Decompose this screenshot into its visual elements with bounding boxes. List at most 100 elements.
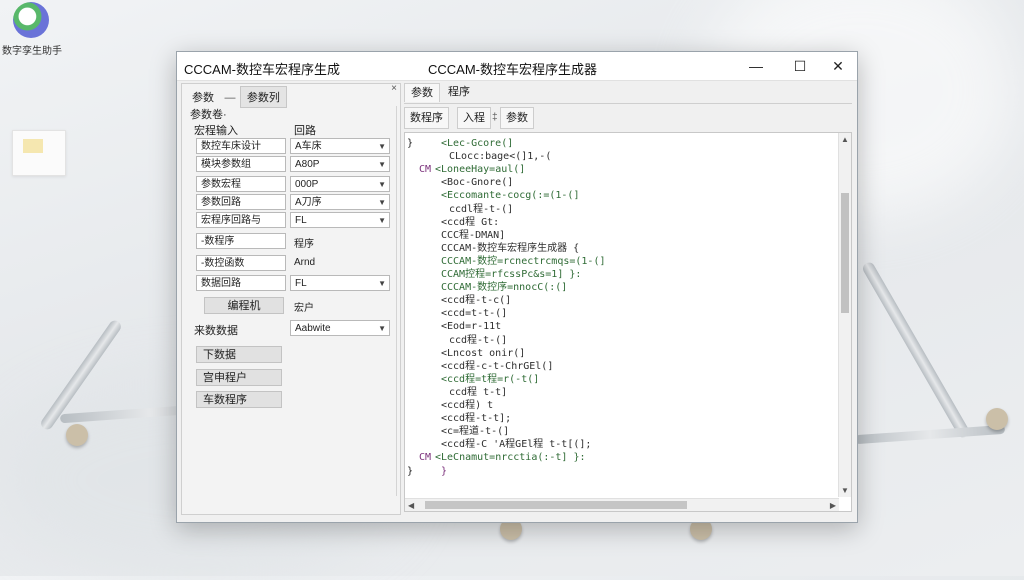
chevron-down-icon: ▼ <box>378 180 386 189</box>
chevron-down-icon: ▼ <box>378 279 386 288</box>
app-logo-icon <box>13 2 49 38</box>
select-value: A车床 <box>295 141 322 152</box>
code-line: ccdl程-t-(] <box>449 203 514 215</box>
stand-leg <box>854 424 1006 445</box>
select-value: FL <box>295 215 307 226</box>
chevron-down-icon: ▼ <box>378 198 386 207</box>
select-value: Aabwite <box>295 323 331 334</box>
code-gutter-mark: CM <box>419 452 432 464</box>
minimize-button[interactable]: — <box>737 52 775 80</box>
import-program-button[interactable]: 入程 <box>457 107 491 129</box>
panel-splitter[interactable] <box>396 106 397 496</box>
scroll-left-icon[interactable]: ◀ <box>408 501 414 510</box>
param-value: 程序 <box>294 239 314 250</box>
code-line: CCCAM-数控车宏程序生成器 { <box>441 242 580 254</box>
window-title: CCCAM-数控车宏程序生成 <box>184 62 340 77</box>
select-value: A80P <box>295 159 320 170</box>
download-data-button[interactable]: 下数据 <box>196 346 282 363</box>
code-line: <LeCnamut=nrcctia(:-t] }: <box>435 452 586 464</box>
code-line: <ccd程) t <box>441 400 494 411</box>
param-value: Arnd <box>294 257 316 268</box>
toolbar-separator: ‡ <box>492 112 498 123</box>
generate-button[interactable]: 编程机 <box>204 297 284 314</box>
param-value-select[interactable]: FL ▼ <box>290 275 390 291</box>
apply-program-button[interactable]: 宫申程户 <box>196 369 282 386</box>
param-value-select[interactable]: 000P ▼ <box>290 176 390 192</box>
param-name-field[interactable]: 数据回路 <box>196 275 286 291</box>
param-name-field[interactable]: 参数宏程 <box>196 176 286 192</box>
code-line: <ccd=t-t-(] <box>441 308 508 320</box>
title-bar[interactable]: CCCAM-数控车宏程序生成 CCCAM-数控车宏程序生成器 — ☐ ✕ <box>177 52 857 81</box>
param-name-field[interactable]: -数程序 <box>196 233 286 249</box>
code-tabs: 参数 程序 <box>404 81 852 104</box>
panel-close-icon[interactable]: × <box>391 83 397 94</box>
tab-separator: — <box>224 92 236 104</box>
code-line: CLocc:bage<(]1,-( <box>449 151 552 163</box>
param-value-select[interactable]: A车床 ▼ <box>290 138 390 154</box>
code-line: <Lncost onir(] <box>441 347 526 359</box>
code-line: CCCAM-数控=rcnectrcmqs=(1-(] <box>441 255 606 267</box>
horizontal-scrollbar[interactable]: ◀ ▶ <box>405 498 839 511</box>
vertical-scrollbar[interactable]: ▲ ▼ <box>838 133 851 497</box>
code-line: } <box>441 465 448 477</box>
parameter-panel: × 参数 — 参数列 参数卷· 宏程输入 回路 数控车床设计 A车床 ▼ 模块参数… <box>181 83 401 515</box>
close-button[interactable]: ✕ <box>819 52 857 80</box>
code-program-button[interactable]: 数程序 <box>404 107 449 129</box>
code-line: <Lec-Gcore(] <box>441 138 514 149</box>
code-line: ccd程 t-t] <box>449 386 508 398</box>
chevron-down-icon: ▼ <box>378 324 386 333</box>
select-value: 000P <box>295 179 319 190</box>
code-line: <ccd程=t程=r(-t(] <box>441 373 540 385</box>
param-name-field[interactable]: 参数回路 <box>196 194 286 210</box>
header-loop: 回路 <box>294 125 316 137</box>
param-name-field[interactable]: 宏程序回路与 <box>196 212 286 228</box>
param-value-select[interactable]: A刀序 ▼ <box>290 194 390 210</box>
param-name-field[interactable]: 数控车床设计 <box>196 138 286 154</box>
vertical-scroll-thumb[interactable] <box>841 193 849 313</box>
maximize-button[interactable]: ☐ <box>781 52 819 80</box>
car-program-button[interactable]: 车数程序 <box>196 391 282 408</box>
scroll-down-icon[interactable]: ▼ <box>841 486 849 495</box>
code-line: <ccd程 Gt: <box>441 216 500 228</box>
code-editor[interactable]: } <Lec-Gcore(] CLocc:bage<(]1,-(CM <LoneeHa… <box>404 132 852 512</box>
tab-params[interactable]: 参数 <box>186 87 220 107</box>
stand-foot <box>986 408 1008 430</box>
code-line: <ccd程-t-t]; <box>441 413 512 425</box>
select-value: FL <box>295 278 307 289</box>
horizontal-scroll-thumb[interactable] <box>425 501 687 509</box>
desktop-file-icon[interactable] <box>12 130 66 176</box>
app-window: CCCAM-数控车宏程序生成 CCCAM-数控车宏程序生成器 — ☐ ✕ × 参… <box>176 51 858 523</box>
tab-params-right[interactable]: 参数 <box>404 83 440 102</box>
param-value-select[interactable]: FL ▼ <box>290 212 390 228</box>
tab-program[interactable]: 程序 <box>442 83 476 101</box>
param-toolbar-button[interactable]: 参数 <box>500 107 534 129</box>
select-value: A刀序 <box>295 197 322 208</box>
group-label: 参数卷· <box>190 109 227 121</box>
window-title-center: CCCAM-数控车宏程序生成器 <box>428 62 597 77</box>
footer-select[interactable]: Aabwite ▼ <box>290 320 390 336</box>
tab-param-list[interactable]: 参数列 <box>239 86 287 108</box>
code-line: <Eod=r-11t <box>441 321 502 333</box>
panel-tabs: 参数 — 参数列 <box>186 86 287 108</box>
header-input: 宏程输入 <box>194 125 238 137</box>
chevron-down-icon: ▼ <box>378 160 386 169</box>
code-gutter-mark: } <box>407 465 414 477</box>
param-name-field[interactable]: -数控函数 <box>196 255 286 271</box>
generate-value: 宏户 <box>294 303 314 314</box>
param-value-select[interactable]: A80P ▼ <box>290 156 390 172</box>
chevron-down-icon: ▼ <box>378 216 386 225</box>
scroll-up-icon[interactable]: ▲ <box>841 135 849 144</box>
code-line: CCCAM-数控序=nnocC(:(] <box>441 282 568 294</box>
code-gutter-mark: CM <box>419 164 432 176</box>
code-line: <ccd程-C 'A程GEl程 t-t[(]; <box>441 439 592 451</box>
desktop-shortcut[interactable]: 数字孪生助手 <box>2 2 62 57</box>
desktop-shortcut-label: 数字孪生助手 <box>2 46 62 57</box>
stand-foot <box>66 424 88 446</box>
code-line: <ccd程-t-c(] <box>441 295 512 307</box>
param-name-field[interactable]: 模块参数组 <box>196 156 286 172</box>
chevron-down-icon: ▼ <box>378 142 386 151</box>
code-line: <Boc-Gnore(] <box>441 177 514 189</box>
scroll-right-icon[interactable]: ▶ <box>830 501 836 510</box>
code-line: <LoneeHay=aul(] <box>435 164 526 176</box>
footer-label: 来数数据 <box>194 325 238 337</box>
